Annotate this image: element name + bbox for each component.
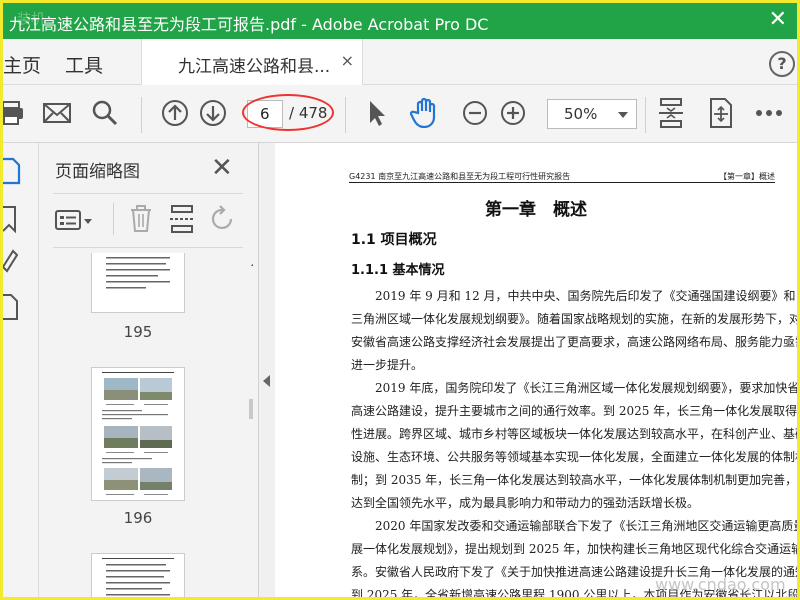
text-line: 展一体化发展规划》，提出规划到 2025 年，加快构建长三角地区现代化综合交通运… — [351, 542, 797, 556]
help-icon[interactable]: ? — [769, 51, 795, 77]
text-line: 制；到 2035 年，长三角一体化发展达到较高水平，一体化发展体制机制更加完善，… — [351, 473, 797, 487]
search-icon[interactable] — [89, 97, 121, 129]
zoom-value: 50% — [564, 105, 598, 123]
thumbnail-list: 195 196 — [53, 253, 253, 597]
extract-pages-icon[interactable] — [169, 205, 195, 237]
thumbnail-page-number: 195 — [123, 323, 153, 341]
tab-home[interactable]: 主页 — [3, 51, 41, 78]
window-close-icon[interactable]: ✕ — [769, 7, 787, 32]
select-cursor-icon[interactable] — [361, 97, 393, 129]
text-line: 安徽省高速公路支撑经济社会发展提出了更高要求，高速公路网络布局、服务能力亟需 — [351, 335, 797, 349]
tab-tools[interactable]: 工具 — [65, 51, 103, 78]
hand-tool-icon[interactable] — [409, 97, 441, 129]
text-line: 性进展。跨界区域、城市乡村等区域板块一体化发展达到较高水平，在科创产业、基础 — [351, 427, 797, 441]
chevron-down-icon — [618, 112, 628, 118]
print-icon[interactable] — [3, 97, 27, 129]
full-screen-icon[interactable] — [705, 97, 737, 129]
app-window: 装机 九江高速公路和县至无为段工可报告.pdf - Adobe Acrobat … — [0, 0, 800, 600]
window-title: 九江高速公路和县至无为段工可报告.pdf - Adobe Acrobat Pro… — [9, 15, 489, 34]
rotate-icon[interactable] — [209, 205, 237, 237]
thumbnail-scrollbar[interactable] — [247, 253, 253, 597]
running-head-left: G4231 南京至九江高速公路和县至无为段工程可行性研究报告 — [349, 172, 571, 181]
scroll-up-arrow[interactable] — [251, 259, 253, 266]
delete-icon[interactable] — [129, 205, 153, 237]
text-line: 2020 年国家发改委和交通运输部联合下发了《长江三角洲地区交通运输更高质量发 — [351, 519, 797, 533]
toolbar-divider — [345, 97, 346, 133]
section-heading: 1.1 项目概况 — [351, 232, 437, 248]
panel-title: 页面缩略图 — [55, 162, 140, 182]
next-page-icon[interactable] — [197, 97, 229, 129]
email-icon[interactable] — [41, 97, 73, 129]
paragraph: 2019 年 9 月和 12 月，中共中央、国务院先后印发了《交通强国建设纲要》… — [351, 285, 797, 377]
panel-divider — [53, 247, 243, 248]
paragraph: 2019 年底，国务院印发了《长江三角洲区域一体化发展规划纲要》，要求加快省际 … — [351, 377, 797, 515]
subsection-heading: 1.1.1 基本情况 — [351, 263, 445, 278]
text-line: 设施、生态环境、公共服务等领域基本实现一体化发展，全面建立一体化发展的体制机 — [351, 450, 797, 464]
thumbnail-toolbar — [53, 199, 243, 248]
text-line: 2019 年底，国务院印发了《长江三角洲区域一体化发展规划纲要》，要求加快省际 — [351, 381, 797, 395]
thumbnail-options-icon[interactable] — [55, 209, 95, 237]
zoom-select[interactable]: 50% — [547, 99, 637, 129]
more-options-icon[interactable] — [753, 97, 785, 129]
signature-icon[interactable] — [3, 247, 21, 277]
toolbar-divider — [113, 203, 114, 235]
toolbar-divider — [141, 97, 142, 133]
page-thumbnails-icon[interactable] — [3, 157, 21, 189]
text-line: 达到全国领先水平，成为最具影响力和带动力的强劲活跃增长极。 — [351, 496, 700, 510]
zoom-out-icon[interactable] — [459, 97, 491, 129]
previous-page-icon[interactable] — [159, 97, 191, 129]
scrollbar-thumb[interactable] — [249, 399, 253, 419]
text-line: 高速公路建设，提升主要城市之间的通行效率。到 2025 年，长三角一体化发展取得… — [351, 404, 797, 418]
document-page: G4231 南京至九江高速公路和县至无为段工程可行性研究报告 【第一章】概述 第… — [275, 143, 797, 597]
chapter-title: 第一章 概述 — [485, 200, 587, 220]
panel-close-icon[interactable]: ✕ — [211, 153, 233, 183]
page-thumbnail[interactable] — [91, 553, 185, 597]
page-thumbnails-panel: 页面缩略图 ✕ 195 196 — [39, 143, 259, 597]
text-line: 进一步提升。 — [351, 358, 424, 372]
toolbar-divider — [645, 97, 646, 133]
text-line: 三角洲区域一体化发展规划纲要》。随着国家战略规划的实施，在新的发展形势下，对 — [351, 312, 797, 326]
running-header: G4231 南京至九江高速公路和县至无为段工程可行性研究报告 【第一章】概述 — [349, 171, 775, 183]
text-line: 2019 年 9 月和 12 月，中共中央、国务院先后印发了《交通强国建设纲要》… — [351, 289, 797, 303]
running-head-right: 【第一章】概述 — [719, 172, 775, 181]
attachment-icon[interactable] — [3, 293, 19, 325]
red-highlight-annotation — [242, 94, 334, 131]
left-navigation-rail — [3, 143, 39, 597]
title-bar: 装机 九江高速公路和县至无为段工可报告.pdf - Adobe Acrobat … — [3, 3, 797, 39]
thumbnail-page-number: 196 — [123, 509, 153, 527]
bookmark-icon[interactable] — [3, 205, 19, 237]
tab-close-icon[interactable]: × — [341, 51, 354, 70]
panel-divider — [53, 193, 243, 194]
page-thumbnail[interactable] — [91, 367, 185, 501]
tab-document[interactable]: 九江高速公路和县... × — [141, 39, 363, 85]
zoom-in-icon[interactable] — [497, 97, 529, 129]
collapse-panel-arrow[interactable] — [263, 375, 270, 387]
page-thumbnail[interactable] — [91, 253, 185, 313]
site-watermark: www.cndao.com — [655, 575, 786, 594]
document-tab-label: 九江高速公路和县... — [178, 57, 331, 77]
tab-bar: 主页 工具 九江高速公路和县... × ? — [3, 39, 797, 85]
fit-page-icon[interactable] — [655, 97, 687, 129]
main-toolbar: 6 / 478 50% — [3, 85, 797, 143]
